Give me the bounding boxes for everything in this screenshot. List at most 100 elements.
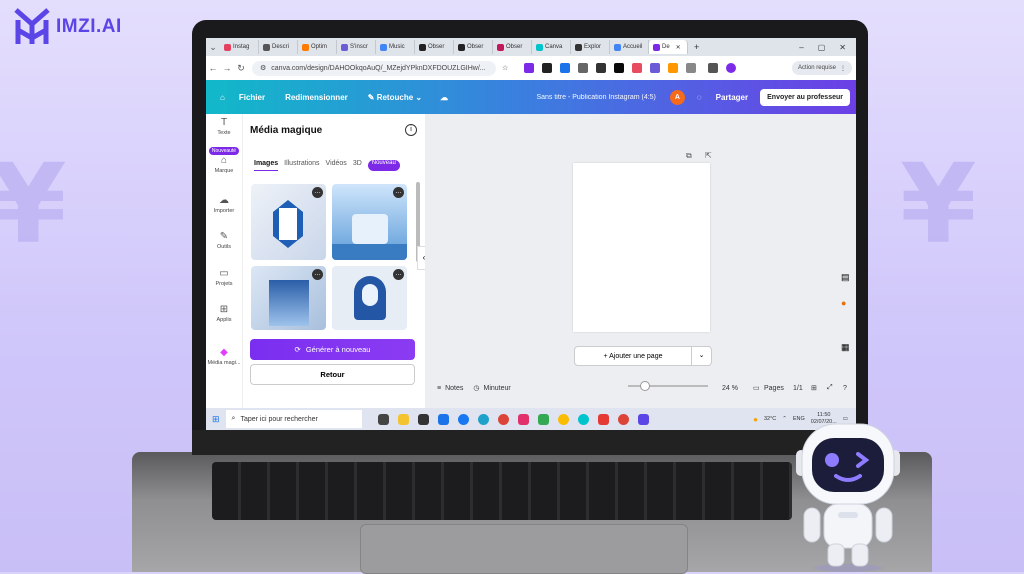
- weather-temp[interactable]: 32°C: [764, 416, 776, 422]
- extensions-puzzle-icon[interactable]: [686, 63, 697, 73]
- extension-icon[interactable]: [524, 63, 535, 73]
- generated-image-thumb[interactable]: …: [332, 184, 407, 260]
- chrome-icon[interactable]: [617, 413, 629, 425]
- action-required-button[interactable]: Action requise ⋮: [791, 61, 852, 75]
- more-options-icon[interactable]: …: [312, 269, 323, 280]
- notes-button[interactable]: Notes: [445, 385, 463, 392]
- extension-icon[interactable]: [560, 63, 571, 73]
- browser-tab[interactable]: Music: [376, 40, 415, 54]
- zoom-slider-handle[interactable]: [640, 381, 650, 391]
- extension-icon[interactable]: [632, 63, 643, 73]
- home-icon[interactable]: ⌂: [220, 93, 225, 102]
- generated-image-thumb[interactable]: …: [251, 266, 326, 330]
- file-menu[interactable]: Fichier: [239, 93, 265, 102]
- edit-menu[interactable]: ✎ Retouche ⌄: [368, 93, 422, 102]
- edge-icon[interactable]: [477, 413, 489, 425]
- browser-tab[interactable]: Accueil: [610, 40, 649, 54]
- bookmark-star-icon[interactable]: ☆: [502, 64, 508, 72]
- more-options-icon[interactable]: …: [393, 187, 404, 198]
- extension-icon[interactable]: [650, 63, 661, 73]
- close-tab-icon[interactable]: ✕: [676, 44, 681, 51]
- browser-tab[interactable]: Optim: [298, 40, 337, 54]
- send-to-teacher-button[interactable]: Envoyer au professeur: [760, 88, 850, 106]
- rail-item-upload[interactable]: ☁ Importer: [206, 194, 242, 214]
- more-options-icon[interactable]: …: [393, 269, 404, 280]
- zoom-level[interactable]: 24 %: [722, 385, 738, 392]
- fullscreen-icon[interactable]: ⤢: [827, 384, 833, 392]
- browser-tab[interactable]: De ✕: [649, 40, 688, 54]
- chrome-icon[interactable]: [497, 413, 509, 425]
- avatar[interactable]: A: [669, 89, 685, 105]
- timer-icon[interactable]: ◷: [473, 384, 479, 392]
- extension-icon[interactable]: [614, 63, 625, 73]
- forward-icon[interactable]: →: [220, 63, 234, 73]
- rail-item-magic-media[interactable]: ◆ Média magi...: [206, 346, 242, 366]
- tab-images[interactable]: Images: [254, 160, 279, 171]
- close-window-icon[interactable]: ✕: [839, 43, 846, 52]
- share-button[interactable]: Partager: [716, 93, 748, 102]
- add-page-top-icon[interactable]: ⇱: [705, 151, 712, 160]
- chrome-icon[interactable]: [557, 413, 569, 425]
- back-button[interactable]: Retour: [250, 364, 415, 385]
- browser-tab[interactable]: Canva: [532, 40, 571, 54]
- pages-icon[interactable]: ▭: [753, 384, 760, 392]
- browser-tab[interactable]: S'inscr: [337, 40, 376, 54]
- browser-tab[interactable]: Descri: [259, 40, 298, 54]
- add-page-dropdown[interactable]: ⌄: [691, 346, 712, 366]
- tab-3d[interactable]: 3D: [353, 160, 362, 171]
- tab-illustrations[interactable]: Illustrations: [284, 160, 319, 171]
- extension-icon[interactable]: [668, 63, 679, 73]
- comment-icon[interactable]: ◌: [697, 93, 702, 102]
- rail-item-brand[interactable]: Nouveauté ⌂ Marque: [206, 147, 242, 174]
- browser-tab[interactable]: Obser: [493, 40, 532, 54]
- task-view-icon[interactable]: [377, 413, 389, 425]
- regenerate-button[interactable]: ⟳ Générer à nouveau: [250, 339, 415, 360]
- windows-start-icon[interactable]: ⊞: [212, 414, 220, 425]
- color-palette-icon[interactable]: ●: [841, 298, 846, 308]
- tray-chevron-icon[interactable]: ⌃: [782, 416, 787, 422]
- generated-image-thumb[interactable]: …: [251, 184, 326, 260]
- resize-menu[interactable]: Redimensionner: [285, 93, 348, 102]
- tab-videos[interactable]: Vidéos: [326, 160, 347, 171]
- browser-tab[interactable]: Explor: [571, 40, 610, 54]
- maximize-icon[interactable]: ▢: [818, 43, 826, 52]
- rail-item-text[interactable]: T Texte: [206, 116, 242, 136]
- document-title[interactable]: Sans titre - Publication Instagram (4:5): [536, 94, 655, 101]
- design-page[interactable]: [573, 163, 710, 332]
- extension-icon[interactable]: [578, 63, 589, 73]
- profile-avatar-icon[interactable]: [726, 63, 737, 73]
- info-icon[interactable]: i: [405, 124, 417, 136]
- new-tab-button[interactable]: +: [694, 42, 699, 52]
- browser-tab[interactable]: Obser: [415, 40, 454, 54]
- extension-icon[interactable]: [596, 63, 607, 73]
- extension-icon[interactable]: [542, 63, 553, 73]
- add-page-button[interactable]: + Ajouter une page: [574, 346, 692, 366]
- site-info-icon[interactable]: ⚙: [260, 64, 266, 72]
- facebook-icon[interactable]: [457, 413, 469, 425]
- address-bar[interactable]: ⚙ canva.com/design/DAHOOkqoAuQ/_MZejdYPk…: [252, 60, 496, 76]
- grid-view-icon[interactable]: ⊞: [811, 384, 817, 392]
- instagram-icon[interactable]: [517, 413, 529, 425]
- minimize-icon[interactable]: –: [799, 43, 803, 52]
- more-options-icon[interactable]: …: [312, 187, 323, 198]
- pages-button[interactable]: Pages: [764, 385, 784, 392]
- tab-list-icon[interactable]: ⌄: [206, 42, 220, 53]
- timer-button[interactable]: Minuteur: [484, 385, 511, 392]
- browser-tab[interactable]: Obser: [454, 40, 493, 54]
- app-icon[interactable]: [597, 413, 609, 425]
- image-tool-icon[interactable]: ▦: [841, 342, 850, 353]
- cloud-save-icon[interactable]: ☁: [440, 93, 448, 102]
- browser-tab[interactable]: Instag: [220, 40, 259, 54]
- rail-item-apps[interactable]: ⊞ Applis: [206, 303, 242, 323]
- notebook-icon[interactable]: ▤: [841, 272, 850, 283]
- rail-item-tools[interactable]: ✎ Outils: [206, 230, 242, 250]
- rail-item-projects[interactable]: ▭ Projets: [206, 267, 242, 287]
- reload-icon[interactable]: ↻: [234, 63, 248, 74]
- notes-icon[interactable]: ≡: [437, 385, 441, 392]
- file-explorer-icon[interactable]: [397, 413, 409, 425]
- app-icon[interactable]: [637, 413, 649, 425]
- duplicate-page-icon[interactable]: ⧉: [686, 151, 692, 161]
- back-icon[interactable]: ←: [206, 63, 220, 73]
- generated-image-thumb[interactable]: …: [332, 266, 407, 330]
- mail-icon[interactable]: [437, 413, 449, 425]
